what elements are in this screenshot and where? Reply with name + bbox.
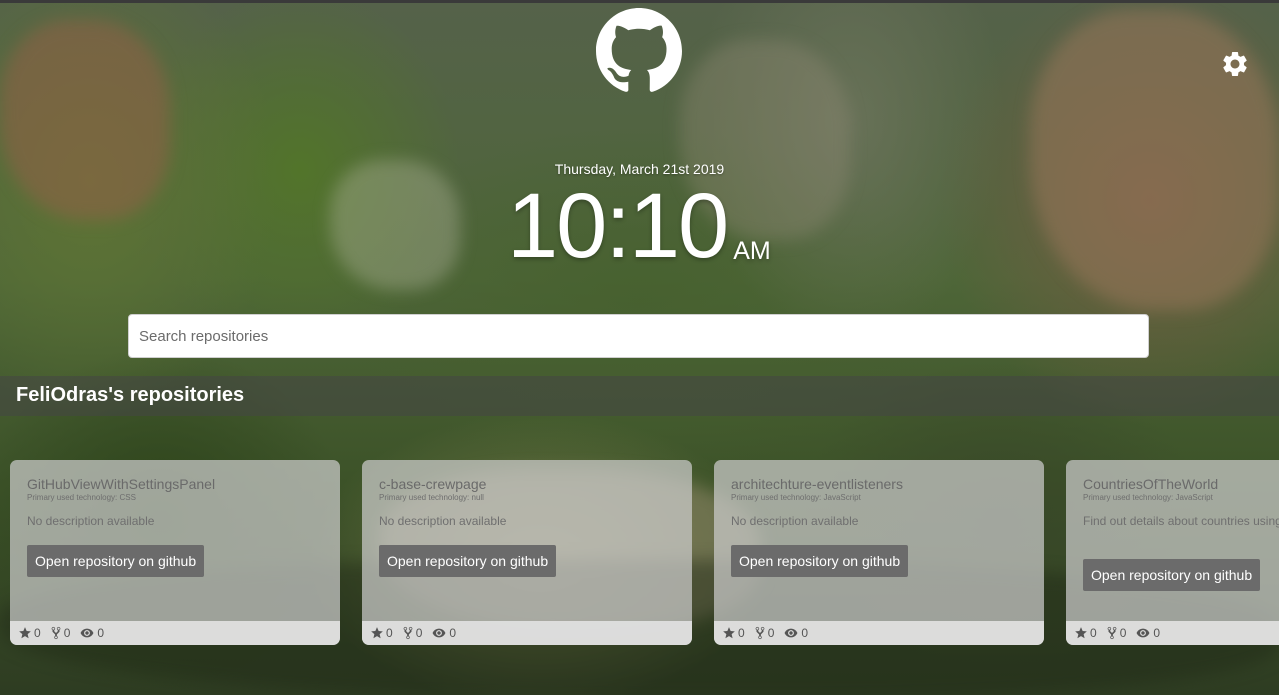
eye-icon <box>784 628 798 638</box>
stars-stat: 0 <box>370 626 393 640</box>
clock-time: 10:10 <box>507 175 729 277</box>
repo-name: c-base-crewpage <box>379 476 487 492</box>
repo-technology: Primary used technology: JavaScript <box>1083 493 1213 502</box>
repo-stats: 0 0 0 <box>10 621 340 645</box>
star-count: 0 <box>386 626 393 640</box>
repo-stats: 0 0 0 <box>362 621 692 645</box>
forks-stat: 0 <box>50 626 71 640</box>
star-count: 0 <box>34 626 41 640</box>
watchers-stat: 0 <box>783 626 808 640</box>
stars-stat: 0 <box>18 626 41 640</box>
repo-name: architechture-eventlisteners <box>731 476 903 492</box>
watchers-stat: 0 <box>431 626 456 640</box>
watcher-count: 0 <box>1153 626 1161 640</box>
star-icon <box>723 627 735 639</box>
search-repositories-input[interactable] <box>128 314 1149 358</box>
forks-stat: 0 <box>1106 626 1127 640</box>
fork-icon <box>1107 626 1117 640</box>
open-repo-button[interactable]: Open repository on github <box>731 545 909 577</box>
repo-stats: 0 0 0 <box>714 621 1044 645</box>
forks-stat: 0 <box>754 626 775 640</box>
repo-card: GitHubViewWithSettingsPanel Primary used… <box>10 460 340 645</box>
watcher-count: 0 <box>449 626 457 640</box>
repo-technology: Primary used technology: CSS <box>27 493 136 502</box>
settings-gear-icon[interactable] <box>1220 49 1250 79</box>
fork-count: 0 <box>415 626 423 640</box>
star-icon <box>371 627 383 639</box>
clock: 10:10 AM <box>507 178 771 274</box>
open-repo-button[interactable]: Open repository on github <box>379 545 557 577</box>
watcher-count: 0 <box>97 626 105 640</box>
fork-icon <box>51 626 61 640</box>
repo-description: Find out details about countries using A… <box>1083 514 1279 528</box>
repo-technology: Primary used technology: JavaScript <box>731 493 861 502</box>
repo-card: CountriesOfTheWorld Primary used technol… <box>1066 460 1279 645</box>
star-count: 0 <box>738 626 745 640</box>
watchers-stat: 0 <box>79 626 104 640</box>
star-icon <box>19 627 31 639</box>
repositories-section-header: FeliOdras's repositories <box>0 376 1279 416</box>
open-repo-button[interactable]: Open repository on github <box>1083 559 1261 591</box>
fork-icon <box>755 626 765 640</box>
watchers-stat: 0 <box>1135 626 1160 640</box>
repo-description: No description available <box>731 514 859 528</box>
eye-icon <box>80 628 94 638</box>
section-title: FeliOdras's repositories <box>16 384 245 406</box>
fork-count: 0 <box>63 626 71 640</box>
clock-ampm: AM <box>733 237 771 265</box>
star-count: 0 <box>1090 626 1097 640</box>
github-logo-icon[interactable] <box>596 8 682 94</box>
repo-name: GitHubViewWithSettingsPanel <box>27 476 216 492</box>
eye-icon <box>1136 628 1150 638</box>
repo-card: c-base-crewpage Primary used technology:… <box>362 460 692 645</box>
star-icon <box>1075 627 1087 639</box>
repo-description: No description available <box>27 514 155 528</box>
browser-top-edge <box>0 0 1279 3</box>
repo-description: No description available <box>379 514 507 528</box>
repo-card: architechture-eventlisteners Primary use… <box>714 460 1044 645</box>
fork-count: 0 <box>767 626 775 640</box>
open-repo-button[interactable]: Open repository on github <box>27 545 205 577</box>
fork-icon <box>403 626 413 640</box>
fork-count: 0 <box>1119 626 1127 640</box>
stars-stat: 0 <box>1074 626 1097 640</box>
stars-stat: 0 <box>722 626 745 640</box>
repo-technology: Primary used technology: null <box>379 493 484 502</box>
eye-icon <box>432 628 446 638</box>
watcher-count: 0 <box>801 626 809 640</box>
forks-stat: 0 <box>402 626 423 640</box>
repo-name: CountriesOfTheWorld <box>1083 476 1219 492</box>
repo-stats: 0 0 0 <box>1066 621 1279 645</box>
